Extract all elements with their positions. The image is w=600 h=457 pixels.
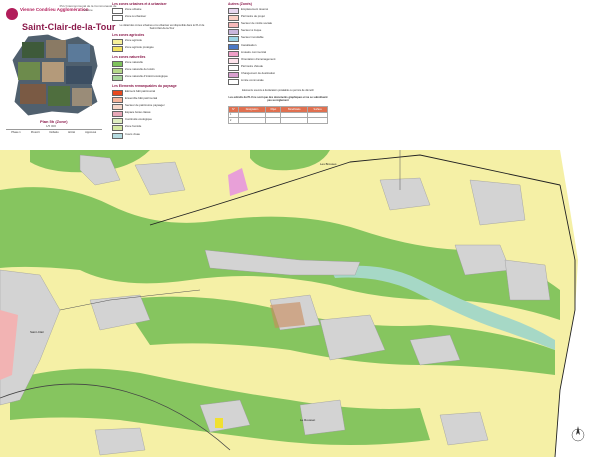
legend-item: Zone naturelle d'intérêt écologique (112, 74, 212, 81)
legend-swatch (228, 50, 239, 57)
scale-label: 1/5 000 (46, 124, 57, 128)
legend-item: Linéaire commercial (228, 50, 328, 57)
legend-swatch (112, 74, 123, 81)
legend-item: Zone agricole (112, 38, 212, 45)
legend-swatch (112, 125, 123, 132)
legend-column-1: Les zones urbaines et à urbaniser Zone u… (112, 2, 212, 140)
legend-item: Périmètre d'étude (228, 64, 328, 72)
plu-title: PLU Intercommunal de la Communauté de Vi… (59, 4, 117, 12)
dates-header: Approuvé (79, 129, 102, 135)
legend-swatch (228, 36, 239, 43)
legend-swatch (112, 89, 123, 96)
legend-swatch (112, 132, 123, 139)
legend-swatch (228, 7, 239, 14)
legend-item: Limite communale (228, 79, 328, 86)
zoning-map[interactable]: Les Brosses Saint-Clair Le Rousset (0, 150, 600, 457)
legend-swatch (112, 7, 123, 14)
legend-swatch (112, 111, 123, 118)
dates-header: Débattu (44, 129, 64, 135)
legend-heading: Les Elements remarquables du paysage (112, 83, 177, 88)
legend-item: Zone naturelle (112, 60, 212, 67)
legend-swatch (228, 65, 239, 72)
legend-item: Emplacement réservé (228, 7, 328, 14)
legend-swatch (228, 72, 239, 79)
legend-heading: Les zones naturelles (112, 54, 146, 59)
reserved-sites-table: N° Désignation Objet Bénéficiaire Surfac… (228, 106, 328, 124)
legend-item: Ensemble bâti patrimonial (112, 96, 212, 103)
legend-swatch (228, 29, 239, 36)
commune-photo-mosaic (11, 33, 99, 117)
legend-item: Elément bâti patrimonial (112, 89, 212, 96)
legend-item: Zone agricole protégée (112, 45, 212, 52)
legend-swatch (112, 67, 123, 74)
legend-heading: Autres (Zonés) (228, 2, 252, 6)
legend-item: Cours d'eau (112, 132, 212, 139)
legend-swatch (112, 96, 123, 103)
commune-title: Saint-Clair-de-la-Tour (22, 22, 116, 32)
legend-swatch (112, 60, 123, 67)
legend-swatch (112, 14, 123, 21)
zoning-map-canvas (0, 150, 600, 457)
legend-column-2: Autres (Zonés) Emplacement réservé Périm… (228, 2, 328, 124)
legend-item: Zone urbaine (112, 7, 212, 14)
legend-swatch (228, 21, 239, 28)
legend-swatch (228, 57, 239, 64)
legend-swatch (112, 103, 123, 110)
legend-item: Secteur inondable (228, 35, 328, 43)
legend-swatch (112, 45, 123, 52)
legend-item: Secteur à risque (228, 28, 328, 36)
map-label: Saint-Clair (30, 330, 45, 334)
procedure-dates-table: Phase 1 Prescrit Débattu Arrêté Approuvé (6, 129, 102, 135)
logo-icon (6, 8, 18, 20)
legend-item: Espace boisé classé (112, 110, 212, 118)
map-label: Le Rousset (300, 418, 316, 422)
legend-swatch (228, 43, 239, 50)
legend-item: Orientation d'aménagement (228, 57, 328, 64)
table-row: 2 (228, 117, 328, 124)
legend-swatch (112, 118, 123, 125)
dates-header: Prescrit (25, 129, 45, 135)
agricultural-protected-parcel (215, 418, 223, 428)
legend-item: Secteur de mixité sociale (228, 21, 328, 28)
legend-item: Changement de destination (228, 71, 328, 79)
legend-note: Le détail des zones urbaines et à urbani… (119, 23, 205, 30)
legend-swatch (112, 38, 123, 45)
legend-swatch (228, 14, 239, 21)
legend-note: Les extraits du PLU ne sont que des docu… (228, 95, 328, 102)
dates-header: Arrêté (63, 129, 80, 135)
legend-item: Zone à urbaniser (112, 14, 212, 21)
legend-note: Elements soumis à déclaration préalable … (242, 89, 314, 93)
legend-heading: Les zones urbaines et à urbaniser (112, 2, 167, 6)
legend-item: Zone humide (112, 125, 212, 132)
legend-item: Périmètre de projet (228, 14, 328, 21)
legend-item: Zone naturelle de loisirs (112, 67, 212, 74)
legend-swatch (228, 79, 239, 86)
legend-item: Secteur de patrimoine paysager (112, 103, 212, 110)
legend-item: Continuité écologique (112, 117, 212, 125)
map-label: Les Brosses (320, 162, 337, 166)
dates-header: Phase 1 (6, 129, 26, 135)
legend-item: Canalisation (228, 43, 328, 50)
heritage-area (270, 302, 305, 328)
